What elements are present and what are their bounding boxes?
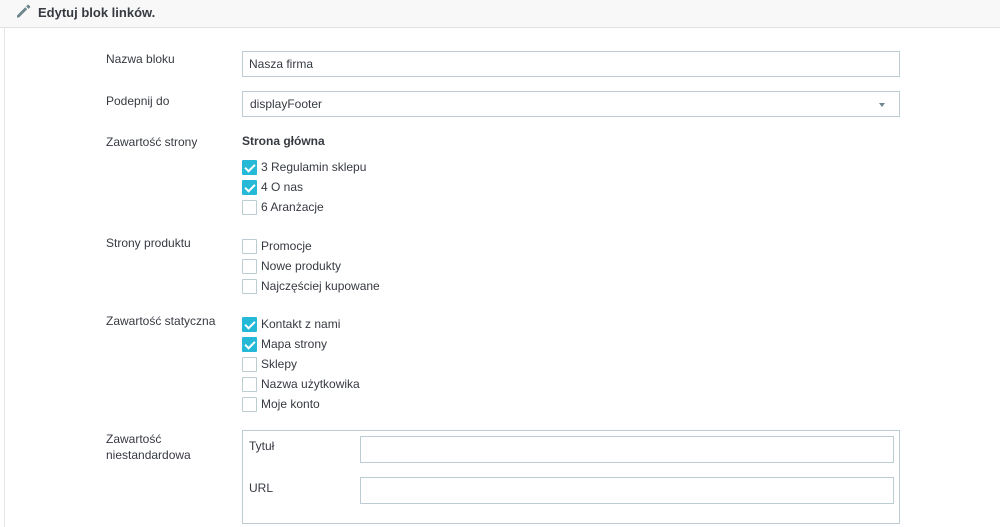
checkbox-box[interactable] xyxy=(242,356,257,372)
checkbox-box[interactable] xyxy=(242,316,257,332)
checkbox-box[interactable] xyxy=(242,396,257,412)
checkbox-sklepy[interactable]: Sklepy xyxy=(242,356,297,372)
checkbox-box[interactable] xyxy=(242,179,257,195)
custom-title-input[interactable] xyxy=(360,436,894,463)
custom-url-label: URL xyxy=(249,481,274,495)
checkbox-box[interactable] xyxy=(242,159,257,175)
checkbox-regulamin-sklepu[interactable]: 3 Regulamin sklepu xyxy=(242,159,366,175)
checkbox-aranzacje[interactable]: 6 Aranżacje xyxy=(242,199,324,215)
checkbox-box[interactable] xyxy=(242,258,257,274)
page-content-label: Zawartość strony xyxy=(106,135,198,149)
checkbox-box[interactable] xyxy=(242,238,257,254)
hook-label: Podepnij do xyxy=(106,94,170,108)
checkbox-box[interactable] xyxy=(242,336,257,352)
panel-title: Edytuj blok linków. xyxy=(38,5,156,20)
checkbox-box[interactable] xyxy=(242,199,257,215)
checkbox-label: 6 Aranżacje xyxy=(261,200,324,214)
custom-content-label-line1: Zawartość xyxy=(106,432,162,446)
checkbox-label: Kontakt z nami xyxy=(261,317,341,331)
custom-title-label: Tytuł xyxy=(249,439,275,453)
hook-select-value: displayFooter xyxy=(250,97,323,111)
checkbox-label: Nazwa użytkowika xyxy=(261,377,360,391)
checkbox-box[interactable] xyxy=(242,376,257,392)
checkbox-label: Nowe produkty xyxy=(261,259,342,273)
caret-down-icon xyxy=(879,103,885,107)
product-pages-label: Strony produktu xyxy=(106,236,191,250)
custom-url-input[interactable] xyxy=(360,477,894,504)
checkbox-label: 3 Regulamin sklepu xyxy=(261,160,367,174)
custom-content-label-line2: niestandardowa xyxy=(106,448,191,462)
pencil-icon xyxy=(17,4,31,18)
checkbox-box[interactable] xyxy=(242,278,257,294)
custom-content-box: Tytuł URL xyxy=(242,430,900,524)
static-content-label: Zawartość statyczna xyxy=(106,314,216,328)
hook-select[interactable]: displayFooter xyxy=(242,91,900,117)
checkbox-label: Sklepy xyxy=(261,357,298,371)
checkbox-promocje[interactable]: Promocje xyxy=(242,238,312,254)
checkbox-label: Najczęściej kupowane xyxy=(261,279,380,293)
checkbox-label: Promocje xyxy=(261,239,312,253)
checkbox-nowe-produkty[interactable]: Nowe produkty xyxy=(242,258,341,274)
block-name-input[interactable] xyxy=(242,51,900,77)
checkbox-nazwa-uzytkownika[interactable]: Nazwa użytkowika xyxy=(242,376,360,392)
block-name-label: Nazwa bloku xyxy=(106,52,175,66)
checkbox-o-nas[interactable]: 4 O nas xyxy=(242,179,303,195)
checkbox-label: 4 O nas xyxy=(261,180,304,194)
checkbox-mapa-strony[interactable]: Mapa strony xyxy=(242,336,327,352)
checkbox-najczesciej-kupowane[interactable]: Najczęściej kupowane xyxy=(242,278,380,294)
panel-header: Edytuj blok linków. xyxy=(0,0,1000,28)
page-content-group-title: Strona główna xyxy=(242,134,325,148)
checkbox-moje-konto[interactable]: Moje konto xyxy=(242,396,320,412)
checkbox-label: Moje konto xyxy=(261,397,320,411)
checkbox-label: Mapa strony xyxy=(261,337,328,351)
checkbox-kontakt-z-nami[interactable]: Kontakt z nami xyxy=(242,316,340,332)
